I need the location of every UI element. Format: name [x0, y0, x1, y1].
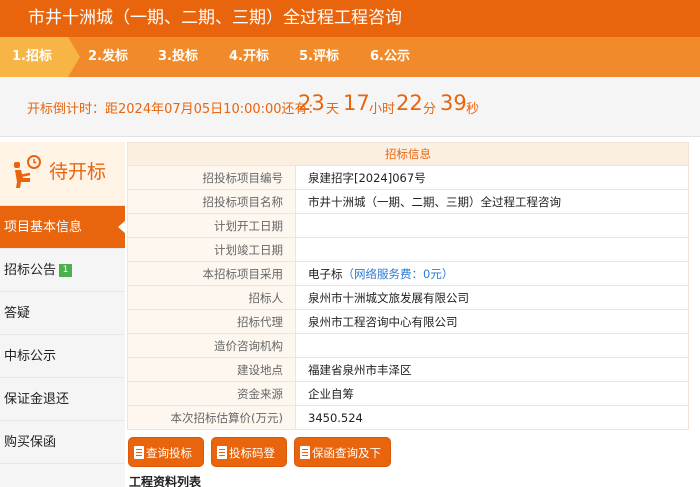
row-value	[295, 213, 689, 238]
row-value: 泉州市十洲城文旅发展有限公司	[295, 285, 689, 310]
table-row: 资金来源 企业自筹	[127, 381, 689, 406]
row-value: 泉建招字[2024]067号	[295, 165, 689, 190]
sidebar: 待开标 项目基本信息 招标公告 1 答疑 中标公示 保证金退还 购买保函	[0, 142, 126, 487]
countdown-minutes-unit: 分	[423, 102, 437, 117]
row-label: 招标代理	[127, 309, 296, 334]
countdown-panel: 开标倒计时：距2024年07月05日10:00:00还有： 23 天 17 小时…	[0, 77, 700, 137]
table-row: 招标代理 泉州市工程咨询中心有限公司	[127, 309, 689, 334]
row-label: 计划竣工日期	[127, 237, 296, 262]
countdown-days: 23	[298, 91, 325, 115]
table-row: 招投标项目编号 泉建招字[2024]067号	[127, 165, 689, 190]
sidebar-item-label: 购买保函	[4, 435, 57, 450]
row-label: 招投标项目名称	[127, 189, 296, 214]
document-icon	[217, 446, 227, 459]
count-badge: 1	[59, 264, 73, 277]
table-row: 建设地点 福建省泉州市丰泽区	[127, 357, 689, 382]
guarantee-download-button[interactable]: 保函查询及下载	[294, 437, 391, 487]
sidebar-item-deposit-refund[interactable]: 保证金退还	[0, 378, 125, 421]
sidebar-item-label: 答疑	[4, 306, 31, 321]
row-value: 企业自筹	[295, 381, 689, 406]
bid-type: 电子标	[308, 266, 343, 281]
countdown-seconds-unit: 秒	[466, 102, 480, 117]
document-icon	[134, 446, 144, 459]
tender-info-table: 招标信息 招投标项目编号 泉建招字[2024]067号 招投标项目名称 市井十洲城（…	[127, 142, 689, 430]
step-publicity[interactable]: 6.公示	[370, 37, 410, 77]
document-icon	[300, 446, 310, 459]
row-value: 泉州市工程咨询中心有限公司	[295, 309, 689, 334]
sidebar-item-award-publicity[interactable]: 中标公示	[0, 335, 125, 378]
sidebar-item-label: 保证金退还	[4, 392, 70, 407]
page-title: 市井十洲城（一期、二期、三期）全过程工程咨询	[0, 0, 700, 37]
countdown-days-unit: 天	[326, 102, 340, 117]
row-label: 本招标项目采用	[127, 261, 296, 286]
button-label: 投标码登录	[229, 446, 275, 487]
step-issue[interactable]: 2.发标	[88, 37, 128, 77]
row-value: 市井十洲城（一期、二期、三期）全过程工程咨询	[295, 189, 689, 214]
row-label: 资金来源	[127, 381, 296, 406]
table-row: 招标人 泉州市十洲城文旅发展有限公司	[127, 285, 689, 310]
progress-steps: 1.招标 2.发标 3.投标 4.开标 5.评标 6.公示	[0, 37, 700, 77]
service-fee-note: （网络服务费：0元）	[342, 266, 454, 281]
countdown-label: 开标倒计时：距2024年07月05日10:00:00还有：	[27, 102, 321, 117]
sidebar-item-label: 中标公示	[4, 349, 57, 364]
countdown-hours: 17	[343, 91, 370, 115]
query-bid-code-button[interactable]: 查询投标码	[128, 437, 204, 487]
sidebar-item-announcement[interactable]: 招标公告 1	[0, 249, 125, 292]
sidebar-item-project-info[interactable]: 项目基本信息	[0, 206, 126, 249]
person-clock-icon	[14, 155, 41, 188]
step-bid[interactable]: 3.投标	[158, 37, 198, 77]
row-value	[295, 237, 689, 262]
row-value: 电子标（网络服务费：0元）	[295, 261, 689, 286]
row-label: 招标人	[127, 285, 296, 310]
table-row: 本招标项目采用 电子标（网络服务费：0元）	[127, 261, 689, 286]
table-row: 本次招标估算价(万元) 3450.524	[127, 405, 689, 430]
step-open[interactable]: 4.开标	[229, 37, 269, 77]
row-label: 本次招标估算价(万元)	[127, 405, 296, 430]
countdown-seconds: 39	[440, 91, 467, 115]
countdown-hours-unit: 小时	[369, 102, 396, 117]
materials-list-title: 工程资料列表	[129, 475, 202, 487]
button-label: 保函查询及下载	[312, 446, 381, 487]
row-label: 造价咨询机构	[127, 333, 296, 358]
bid-code-login-button[interactable]: 投标码登录	[211, 437, 287, 487]
table-row: 招投标项目名称 市井十洲城（一期、二期、三期）全过程工程咨询	[127, 189, 689, 214]
row-value: 福建省泉州市丰泽区	[295, 357, 689, 382]
sidebar-item-buy-guarantee[interactable]: 购买保函	[0, 421, 125, 464]
step-evaluate[interactable]: 5.评标	[299, 37, 339, 77]
row-value: 3450.524	[295, 405, 689, 430]
table-row: 计划竣工日期	[127, 237, 689, 262]
table-row: 造价咨询机构	[127, 333, 689, 358]
row-label: 计划开工日期	[127, 213, 296, 238]
sidebar-item-label: 项目基本信息	[4, 220, 83, 235]
table-heading: 招标信息	[127, 142, 689, 166]
step-tender[interactable]: 1.招标	[0, 37, 80, 77]
sidebar-item-qa[interactable]: 答疑	[0, 292, 125, 335]
table-row: 计划开工日期	[127, 213, 689, 238]
status-label: 待开标	[49, 161, 107, 183]
sidebar-item-label: 招标公告	[4, 263, 57, 278]
row-label: 建设地点	[127, 357, 296, 382]
row-value	[295, 333, 689, 358]
status-box: 待开标	[0, 142, 125, 206]
row-label: 招投标项目编号	[127, 165, 296, 190]
countdown-minutes: 22	[396, 91, 423, 115]
